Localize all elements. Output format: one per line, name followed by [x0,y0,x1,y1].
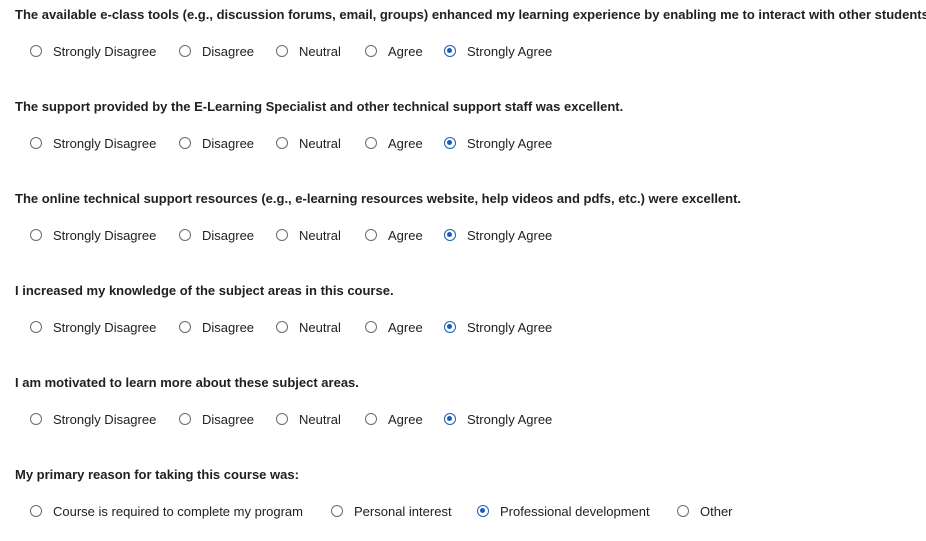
likert-options: Strongly Disagree Disagree Neutral Agree… [0,409,926,429]
option-strongly-agree[interactable]: Strongly Agree [444,225,552,245]
option-strongly-disagree[interactable]: Strongly Disagree [30,317,156,337]
radio-button[interactable] [365,321,377,333]
question-text: The available e-class tools (e.g., discu… [15,7,926,22]
option-strongly-disagree[interactable]: Strongly Disagree [30,409,156,429]
option-strongly-disagree[interactable]: Strongly Disagree [30,41,156,61]
option-neutral[interactable]: Neutral [276,133,341,153]
radio-button[interactable] [331,505,343,517]
option-neutral[interactable]: Neutral [276,317,341,337]
option-disagree[interactable]: Disagree [179,41,254,61]
option-neutral[interactable]: Neutral [276,41,341,61]
option-required-for-program[interactable]: Course is required to complete my progra… [30,501,303,521]
option-strongly-disagree[interactable]: Strongly Disagree [30,133,156,153]
likert-options: Strongly Disagree Disagree Neutral Agree… [0,133,926,153]
option-strongly-agree[interactable]: Strongly Agree [444,133,552,153]
question-text: I increased my knowledge of the subject … [15,283,394,298]
option-agree[interactable]: Agree [365,409,423,429]
option-agree[interactable]: Agree [365,133,423,153]
option-disagree[interactable]: Disagree [179,133,254,153]
radio-button[interactable] [179,413,191,425]
option-disagree[interactable]: Disagree [179,317,254,337]
likert-options: Strongly Disagree Disagree Neutral Agree… [0,41,926,61]
option-strongly-agree[interactable]: Strongly Agree [444,41,552,61]
radio-button[interactable] [30,45,42,57]
option-disagree[interactable]: Disagree [179,409,254,429]
question-text: My primary reason for taking this course… [15,467,299,482]
option-other[interactable]: Other [677,501,733,521]
radio-button[interactable] [30,413,42,425]
radio-button-checked[interactable] [477,505,489,517]
radio-button[interactable] [179,229,191,241]
question-text: The support provided by the E-Learning S… [15,99,624,114]
radio-button-checked[interactable] [444,321,456,333]
radio-button[interactable] [365,229,377,241]
radio-button[interactable] [276,45,288,57]
radio-button[interactable] [179,321,191,333]
radio-button[interactable] [365,413,377,425]
radio-button-checked[interactable] [444,229,456,241]
option-agree[interactable]: Agree [365,317,423,337]
radio-button[interactable] [179,45,191,57]
likert-options: Strongly Disagree Disagree Neutral Agree… [0,317,926,337]
radio-button[interactable] [276,137,288,149]
question-text: The online technical support resources (… [15,191,742,206]
option-strongly-disagree[interactable]: Strongly Disagree [30,225,156,245]
option-personal-interest[interactable]: Personal interest [331,501,452,521]
option-strongly-agree[interactable]: Strongly Agree [444,409,552,429]
option-disagree[interactable]: Disagree [179,225,254,245]
radio-button[interactable] [365,45,377,57]
option-neutral[interactable]: Neutral [276,225,341,245]
radio-button[interactable] [30,321,42,333]
likert-options: Strongly Disagree Disagree Neutral Agree… [0,225,926,245]
radio-button[interactable] [30,229,42,241]
radio-button[interactable] [276,321,288,333]
radio-button[interactable] [179,137,191,149]
option-agree[interactable]: Agree [365,225,423,245]
radio-button[interactable] [677,505,689,517]
radio-button[interactable] [365,137,377,149]
option-agree[interactable]: Agree [365,41,423,61]
radio-button[interactable] [30,137,42,149]
radio-button-checked[interactable] [444,45,456,57]
radio-button[interactable] [30,505,42,517]
option-strongly-agree[interactable]: Strongly Agree [444,317,552,337]
option-neutral[interactable]: Neutral [276,409,341,429]
option-professional-development[interactable]: Professional development [477,501,650,521]
question-text: I am motivated to learn more about these… [15,375,359,390]
reason-options: Course is required to complete my progra… [0,501,926,521]
radio-button[interactable] [276,229,288,241]
radio-button[interactable] [276,413,288,425]
radio-button-checked[interactable] [444,137,456,149]
radio-button-checked[interactable] [444,413,456,425]
